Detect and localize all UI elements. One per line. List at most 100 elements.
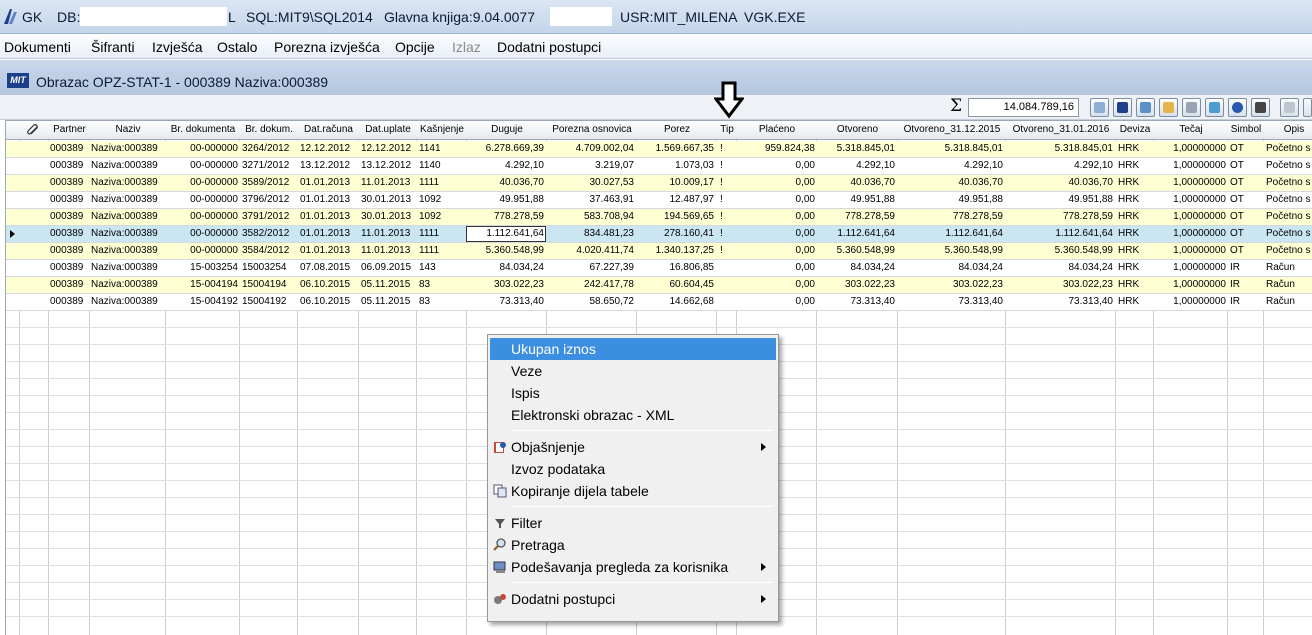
table-cell[interactable]: OT xyxy=(1230,245,1262,256)
table-cell[interactable]: OT xyxy=(1230,177,1262,188)
table-cell[interactable]: 4.709.002,04 xyxy=(548,143,634,154)
table-cell[interactable]: 05.11.2015 xyxy=(361,296,415,307)
table-cell[interactable]: 1.340.137,25 xyxy=(638,245,714,256)
table-cell[interactable]: 000389 xyxy=(50,160,88,171)
table-cell[interactable]: 303.022,23 xyxy=(899,279,1003,290)
table-cell[interactable]: 959.824,38 xyxy=(738,143,815,154)
table-cell[interactable]: HRK xyxy=(1118,177,1152,188)
table-cell[interactable]: Naziva:000389 xyxy=(91,279,165,290)
table-cell[interactable]: 4.292,10 xyxy=(818,160,895,171)
table-cell[interactable]: 30.01.2013 xyxy=(361,194,415,205)
menu-sifranti[interactable]: Šifranti xyxy=(91,39,135,55)
table-cell[interactable]: OT xyxy=(1230,228,1262,239)
table-cell[interactable]: HRK xyxy=(1118,245,1152,256)
table-cell[interactable]: 15-003254 xyxy=(167,262,238,273)
table-cell[interactable]: 12.12.2012 xyxy=(361,143,415,154)
table-cell[interactable]: ! xyxy=(720,228,734,239)
page-icon-2[interactable] xyxy=(1303,98,1312,117)
table-cell[interactable]: Naziva:000389 xyxy=(91,296,165,307)
table-cell[interactable]: 0,00 xyxy=(738,296,815,307)
table-cell[interactable]: 1.112.641,64 xyxy=(899,228,1003,239)
xml-icon[interactable] xyxy=(1113,98,1132,117)
table-cell[interactable]: Početno s xyxy=(1266,143,1312,154)
table-cell[interactable]: OT xyxy=(1230,211,1262,222)
table-cell[interactable]: 15004194 xyxy=(242,279,297,290)
table-cell[interactable]: 303.022,23 xyxy=(818,279,895,290)
table-cell[interactable]: 06.10.2015 xyxy=(300,296,357,307)
table-cell[interactable]: 06.09.2015 xyxy=(361,262,415,273)
table-cell[interactable]: Početno s xyxy=(1266,245,1312,256)
table-cell[interactable]: 12.12.2012 xyxy=(300,143,357,154)
table-cell[interactable]: HRK xyxy=(1118,296,1152,307)
menu-ukupan-iznos[interactable]: Ukupan iznos xyxy=(490,338,776,360)
menu-porezna-izvjesca[interactable]: Porezna izvješća xyxy=(274,39,380,55)
table-cell[interactable]: 1.112.641,64 xyxy=(818,228,895,239)
table-cell[interactable]: 15003254 xyxy=(242,262,297,273)
table-row[interactable]: 000389 Naziva:000389 15-004192 15004192 06.1… xyxy=(6,294,1312,311)
table-cell[interactable]: Naziva:000389 xyxy=(91,177,165,188)
table-cell[interactable]: Naziva:000389 xyxy=(91,143,165,154)
table-cell[interactable]: 1111 xyxy=(419,177,465,188)
table-cell[interactable]: 01.01.2013 xyxy=(300,194,357,205)
table-cell[interactable]: 1,00000000 xyxy=(1155,211,1226,222)
table-cell[interactable]: 778.278,59 xyxy=(1007,211,1113,222)
menu-dodatni-postupci-ctx[interactable]: Dodatni postupci xyxy=(490,588,776,610)
table-cell[interactable]: 05.11.2015 xyxy=(361,279,415,290)
menu-opcije[interactable]: Opcije xyxy=(395,39,435,55)
col-placeno[interactable]: Plaćeno xyxy=(737,124,817,135)
col-otvoreno-2015[interactable]: Otvoreno_31.12.2015 xyxy=(898,124,1006,135)
table-cell[interactable]: Naziva:000389 xyxy=(91,262,165,273)
table-cell[interactable]: 16.806,85 xyxy=(638,262,715,273)
col-naziv[interactable]: Naziv xyxy=(90,124,166,135)
table-cell[interactable]: HRK xyxy=(1118,279,1152,290)
col-br-dokum[interactable]: Br. dokum. xyxy=(240,124,298,135)
print-preview-icon[interactable] xyxy=(1136,98,1155,117)
table-cell[interactable]: 00-000000 xyxy=(167,143,238,154)
table-cell[interactable]: 778.278,59 xyxy=(468,211,544,222)
table-cell[interactable]: 6.278.669,39 xyxy=(468,143,544,154)
table-cell[interactable]: 5.360.548,99 xyxy=(899,245,1003,256)
menu-podesavanja[interactable]: Podešavanja pregleda za korisnika xyxy=(490,556,776,578)
menu-elektronski-obrazac[interactable]: Elektronski obrazac - XML xyxy=(490,404,776,426)
menu-filter[interactable]: Filter xyxy=(490,512,776,534)
table-cell[interactable]: 4.292,10 xyxy=(899,160,1003,171)
table-cell[interactable]: ! xyxy=(720,143,734,154)
table-cell[interactable]: 3791/2012 xyxy=(242,211,297,222)
table-cell[interactable]: IR xyxy=(1230,296,1262,307)
table-cell[interactable]: HRK xyxy=(1118,262,1152,273)
table-cell[interactable]: 15-004194 xyxy=(167,279,238,290)
table-cell[interactable]: 4.292,10 xyxy=(1007,160,1113,171)
table-cell[interactable]: 778.278,59 xyxy=(899,211,1003,222)
table-row[interactable]: 000389 Naziva:000389 00-000000 3584/2012 01.… xyxy=(6,243,1312,260)
menu-izvjesca[interactable]: Izvješća xyxy=(152,39,203,55)
table-cell[interactable]: 1,00000000 xyxy=(1155,279,1226,290)
menu-dokumenti[interactable]: Dokumenti xyxy=(4,39,71,55)
table-cell[interactable]: ! xyxy=(720,211,734,222)
table-cell[interactable]: 1111 xyxy=(419,228,465,239)
table-cell[interactable]: 000389 xyxy=(50,211,88,222)
table-cell[interactable]: 1.112.641,64 xyxy=(1007,228,1113,239)
camera-icon[interactable] xyxy=(1251,98,1270,117)
table-cell[interactable]: 1,00000000 xyxy=(1155,262,1226,273)
table-cell[interactable]: 0,00 xyxy=(738,194,815,205)
table-cell[interactable]: 1,00000000 xyxy=(1155,143,1226,154)
col-partner[interactable]: Partner xyxy=(49,124,90,135)
table-cell[interactable]: 11.01.2013 xyxy=(361,228,415,239)
table-cell[interactable]: 12.487,97 xyxy=(638,194,715,205)
table-cell[interactable]: 583.708,94 xyxy=(548,211,634,222)
menu-ispis[interactable]: Ispis xyxy=(490,382,776,404)
table-cell[interactable]: 4.020.411,74 xyxy=(548,245,634,256)
col-deviza[interactable]: Deviza xyxy=(1116,124,1154,135)
table-cell[interactable]: 5.318.845,01 xyxy=(1007,143,1113,154)
table-cell[interactable]: 15-004192 xyxy=(167,296,238,307)
table-cell[interactable]: 0,00 xyxy=(738,262,815,273)
table-cell[interactable]: 0,00 xyxy=(738,228,815,239)
table-cell[interactable]: 0,00 xyxy=(738,160,815,171)
table-cell[interactable]: 73.313,40 xyxy=(818,296,896,307)
table-cell[interactable]: 73.313,40 xyxy=(899,296,1004,307)
col-opis[interactable]: Opis xyxy=(1264,124,1312,135)
table-cell[interactable]: 303.022,23 xyxy=(468,279,544,290)
table-cell[interactable]: 84.034,24 xyxy=(468,262,545,273)
table-cell[interactable]: 13.12.2012 xyxy=(300,160,357,171)
table-cell[interactable]: 3589/2012 xyxy=(242,177,297,188)
